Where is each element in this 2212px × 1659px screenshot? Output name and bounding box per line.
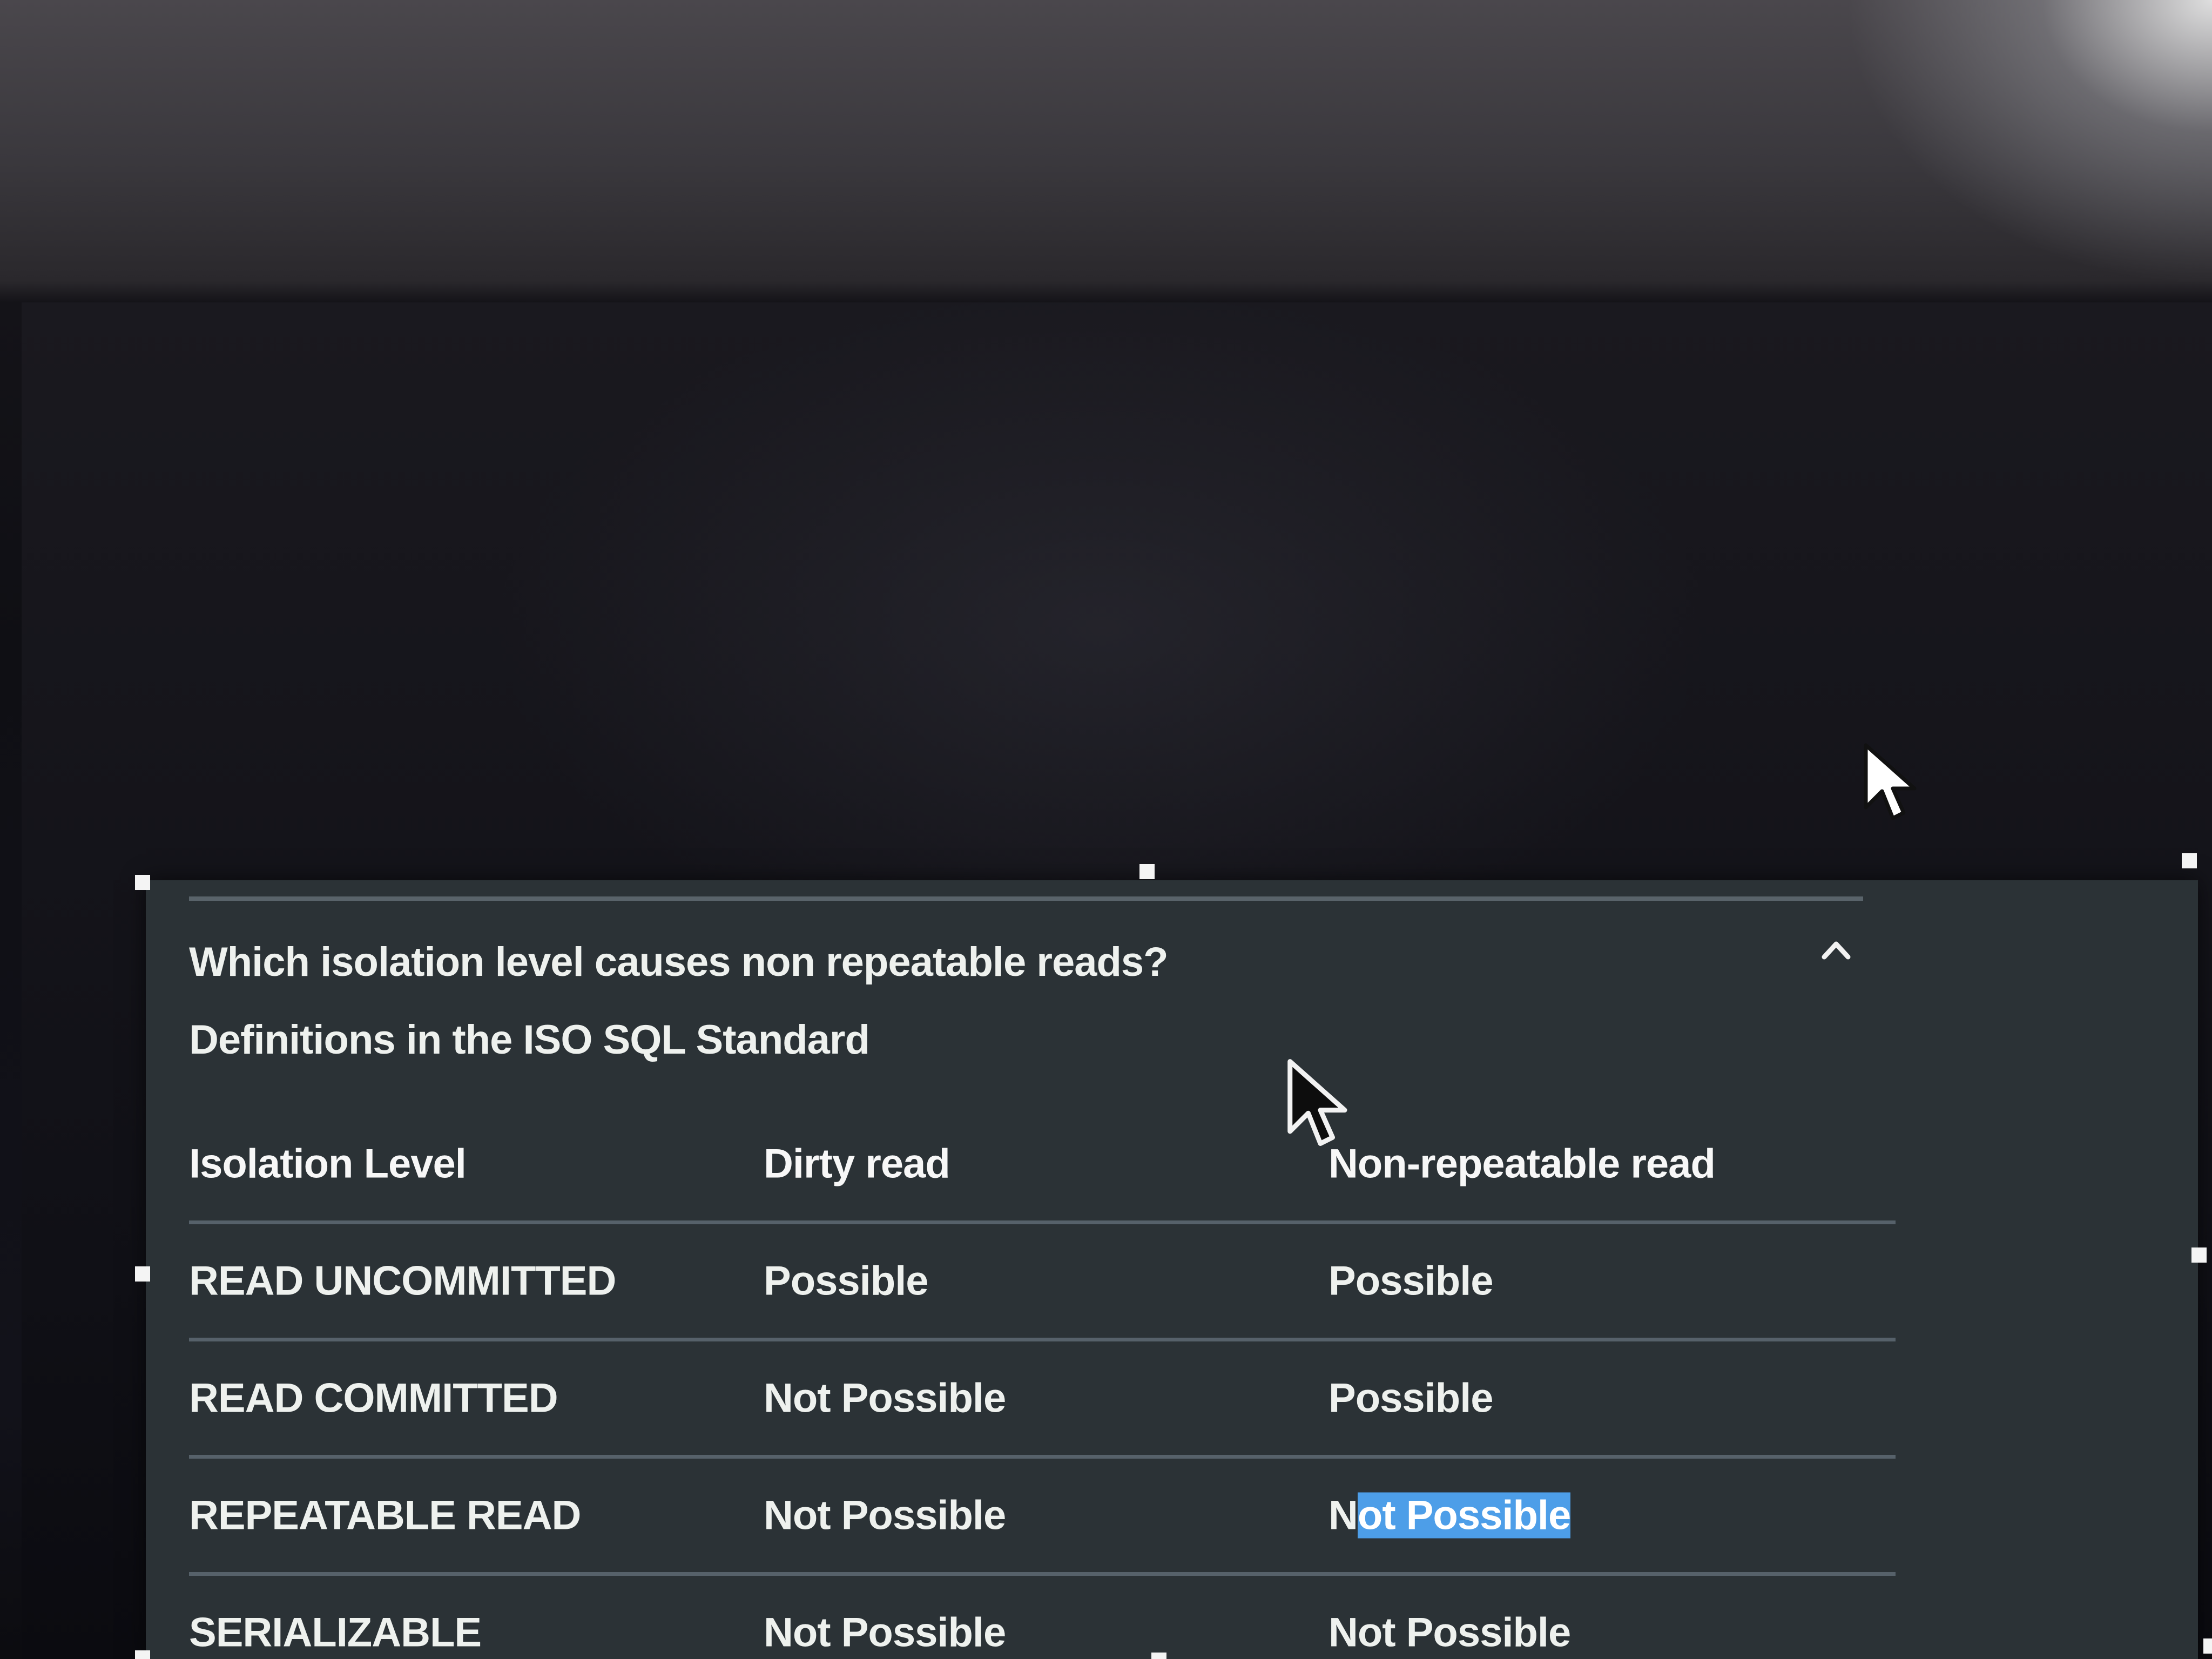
non-repeatable-read-cell: Possible (1328, 1258, 1494, 1304)
unselected-text: N (1328, 1492, 1358, 1539)
table-caption: Definitions in the ISO SQL Standard (189, 1017, 870, 1063)
dirty-read-cell: Not Possible (764, 1609, 1006, 1656)
resize-handle-top-left[interactable] (135, 875, 150, 890)
non-repeatable-read-cell: Not Possible (1328, 1609, 1571, 1656)
monitor-screen: Which isolation level causes non repeata… (22, 302, 2212, 1659)
resize-handle-middle-left[interactable] (135, 1266, 150, 1282)
isolation-level-cell: REPEATABLE READ (189, 1492, 581, 1539)
dirty-read-cell: Not Possible (764, 1375, 1006, 1421)
faq-panel: Which isolation level causes non repeata… (135, 853, 2212, 1659)
isolation-level-cell: READ COMMITTED (189, 1375, 558, 1421)
isolation-level-cell: READ UNCOMMITTED (189, 1258, 616, 1304)
column-header-isolation-level: Isolation Level (189, 1141, 467, 1187)
resize-handle-middle-right[interactable] (2191, 1247, 2207, 1263)
resize-handle-top-right[interactable] (2182, 853, 2197, 868)
table-row: READ COMMITTED Not Possible Possible (189, 1341, 1896, 1459)
non-repeatable-read-cell: Possible (1328, 1375, 1494, 1421)
accordion-top-divider (189, 896, 1863, 901)
resize-handle-bottom-right[interactable] (2203, 1638, 2212, 1654)
table-row: READ UNCOMMITTED Possible Possible (189, 1224, 1896, 1341)
arrow-cursor-icon (1863, 743, 1923, 829)
column-header-non-repeatable-read: Non-repeatable read (1328, 1141, 1716, 1187)
photo-scene: Which isolation level causes non repeata… (0, 0, 2212, 1659)
isolation-levels-table: Isolation Level Dirty read Non-repeatabl… (189, 1107, 1896, 1659)
resize-handle-bottom-left[interactable] (135, 1650, 150, 1659)
column-header-dirty-read: Dirty read (764, 1141, 950, 1187)
dirty-read-cell: Not Possible (764, 1492, 1006, 1539)
table-header-row: Isolation Level Dirty read Non-repeatabl… (189, 1107, 1896, 1224)
non-repeatable-read-cell[interactable]: Not Possible (1328, 1492, 1571, 1539)
faq-question[interactable]: Which isolation level causes non repeata… (189, 939, 1169, 986)
chevron-up-icon[interactable] (1820, 934, 1852, 967)
arrow-cursor-icon (1285, 1058, 1355, 1156)
table-row: REPEATABLE READ Not Possible Not Possibl… (189, 1459, 1896, 1576)
isolation-level-cell: SERIALIZABLE (189, 1609, 482, 1656)
selected-text-highlight[interactable]: ot Possible (1357, 1492, 1571, 1539)
table-row: SERIALIZABLE Not Possible Not Possible (189, 1576, 1896, 1659)
resize-handle-top-center[interactable] (1139, 864, 1155, 879)
dirty-read-cell: Possible (764, 1258, 929, 1304)
